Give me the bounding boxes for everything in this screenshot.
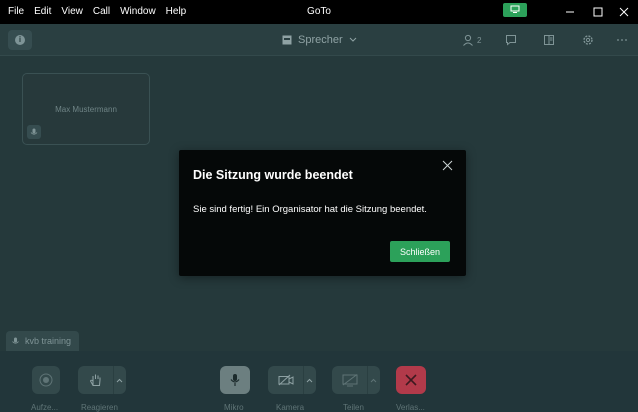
meeting-toolbar: i Sprecher 2 — [0, 24, 638, 56]
record-label: Aufze... — [31, 403, 59, 412]
maximize-button[interactable] — [584, 0, 612, 24]
chevron-up-icon — [370, 378, 377, 382]
tile-mic-indicator — [27, 125, 41, 139]
share-button[interactable] — [332, 366, 380, 394]
gear-icon — [583, 35, 593, 45]
react-button[interactable] — [78, 366, 126, 394]
participants-button[interactable]: 2 — [462, 24, 481, 56]
camera-options-button[interactable] — [303, 366, 315, 394]
react-control — [78, 366, 126, 394]
camera-off-icon — [278, 374, 294, 386]
mic-label: Mikro — [224, 403, 244, 412]
more-button[interactable] — [616, 24, 628, 56]
self-name: kvb training — [25, 336, 72, 346]
info-button[interactable]: i — [8, 30, 32, 50]
menu-view[interactable]: View — [57, 0, 89, 24]
layout-icon — [282, 35, 292, 45]
chat-button[interactable] — [505, 24, 517, 56]
close-window-button[interactable] — [610, 0, 638, 24]
info-icon: i — [15, 35, 25, 45]
leave-control — [396, 366, 426, 394]
camera-button[interactable] — [268, 366, 316, 394]
participant-count: 2 — [477, 35, 482, 45]
raise-hand-icon — [89, 374, 101, 386]
layout-select[interactable]: Sprecher — [282, 24, 357, 56]
share-indicator-button[interactable] — [503, 3, 527, 17]
microphone-icon — [12, 337, 19, 344]
monitor-icon — [510, 5, 520, 13]
dialog-message: Sie sind fertig! Ein Organisator hat die… — [193, 204, 427, 215]
notes-icon — [544, 35, 554, 45]
camera-label: Kamera — [276, 403, 305, 412]
dialog-title: Die Sitzung wurde beendet — [193, 168, 353, 182]
menu-call[interactable]: Call — [89, 0, 116, 24]
leave-button[interactable] — [396, 366, 426, 394]
record-icon — [39, 373, 53, 387]
record-button[interactable] — [32, 366, 60, 394]
maximize-icon — [593, 7, 603, 17]
camera-control — [268, 366, 316, 394]
self-name-label: kvb training — [6, 331, 80, 351]
person-icon — [463, 34, 473, 46]
close-icon — [442, 160, 452, 170]
menu-help[interactable]: Help — [162, 0, 193, 24]
close-dialog-button[interactable]: Schließen — [390, 241, 450, 262]
react-options-button[interactable] — [113, 366, 125, 394]
chevron-up-icon — [306, 378, 313, 382]
microphone-icon — [230, 374, 240, 386]
react-label: Reagieren — [81, 403, 118, 412]
microphone-icon — [30, 128, 38, 135]
dialog-close-button[interactable] — [440, 158, 454, 172]
share-label: Teilen — [343, 403, 364, 412]
session-ended-dialog: Die Sitzung wurde beendet Sie sind ferti… — [179, 150, 466, 276]
title-bar: File Edit View Call Window Help GoTo — [0, 0, 638, 24]
menu-bar: File Edit View Call Window Help — [0, 0, 192, 24]
close-icon — [619, 7, 629, 17]
screen-share-icon — [342, 373, 358, 386]
share-control — [332, 366, 380, 394]
participant-name: Max Mustermann — [55, 105, 117, 114]
share-options-button[interactable] — [367, 366, 379, 394]
close-icon — [405, 374, 417, 386]
menu-file[interactable]: File — [4, 0, 30, 24]
menu-window[interactable]: Window — [116, 0, 162, 24]
chevron-down-icon — [349, 37, 356, 42]
mic-control — [220, 366, 250, 394]
leave-label: Verlas... — [396, 403, 425, 412]
notes-button[interactable] — [543, 24, 555, 56]
controls-bar: Aufze... Reagieren Mikro Kamera Teilen V… — [0, 351, 638, 412]
chevron-up-icon — [116, 378, 123, 382]
settings-button[interactable] — [582, 24, 594, 56]
minimize-icon — [566, 11, 574, 13]
chat-icon — [506, 35, 516, 46]
record-control — [32, 366, 60, 394]
menu-edit[interactable]: Edit — [30, 0, 57, 24]
layout-label: Sprecher — [298, 34, 343, 46]
mic-button[interactable] — [220, 366, 250, 394]
more-icon — [617, 39, 627, 41]
participant-tile[interactable]: Max Mustermann — [22, 73, 150, 145]
minimize-button[interactable] — [556, 0, 584, 24]
